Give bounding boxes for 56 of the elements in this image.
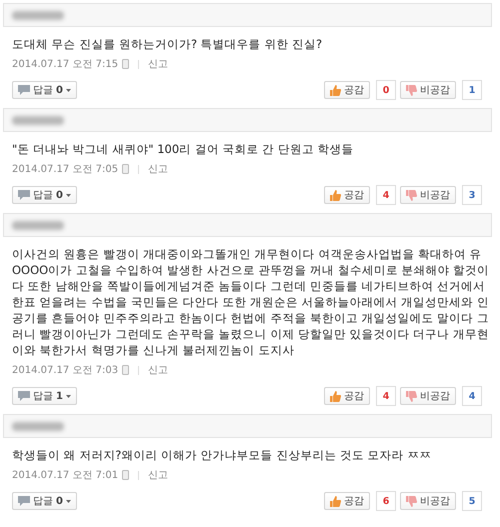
vote-count: 5 xyxy=(462,491,482,511)
like-button[interactable]: 공감 xyxy=(324,387,370,405)
vote-count: 4 xyxy=(376,185,396,205)
dislike-button[interactable]: 비공감 xyxy=(400,387,456,405)
redacted-name xyxy=(12,10,64,20)
vote-count: 6 xyxy=(376,491,396,511)
phone-icon xyxy=(122,59,130,69)
report-link[interactable]: 신고 xyxy=(148,162,168,176)
like-button[interactable]: 공감 xyxy=(324,492,370,510)
caret-icon xyxy=(66,500,71,502)
vote-count: 4 xyxy=(376,386,396,406)
dislike-button[interactable]: 비공감 xyxy=(400,81,456,99)
timestamp: 2014.07.17 오전 7:03 xyxy=(12,364,118,377)
timestamp: 2014.07.17 오전 7:01 xyxy=(12,469,118,482)
vote-count: 3 xyxy=(462,185,482,205)
thumbs-down-icon xyxy=(406,390,417,402)
report-link[interactable]: 신고 xyxy=(148,57,168,71)
thumbs-up-icon xyxy=(330,190,341,200)
report-link[interactable]: 신고 xyxy=(148,363,168,377)
comment-text: 도대체 무슨 진실를 원하는거이가? 특별대우를 위한 진실? xyxy=(12,36,324,52)
thumbs-down-icon xyxy=(406,190,417,200)
reply-button[interactable]: 답글 0 xyxy=(12,492,77,510)
like-button[interactable]: 공감 xyxy=(324,81,370,99)
dislike-button[interactable]: 비공감 xyxy=(400,492,456,510)
report-link[interactable]: 신고 xyxy=(148,468,168,482)
thumbs-up-icon xyxy=(330,496,341,506)
phone-icon xyxy=(122,365,130,375)
comment-text: 학생들이 왜 저러지?왜이리 이해가 안가냐부모들 진상부리는 것도 모자라 ㅉㅉ xyxy=(12,447,432,463)
vote-count: 0 xyxy=(376,80,396,100)
reply-button[interactable]: 답글 1 xyxy=(12,387,77,405)
caret-icon xyxy=(66,194,71,196)
thumbs-down-icon xyxy=(406,84,417,96)
dislike-button[interactable]: 비공감 xyxy=(400,186,456,204)
like-button[interactable]: 공감 xyxy=(324,186,370,204)
timestamp: 2014.07.17 오전 7:05 xyxy=(12,163,118,176)
comment-text: 이사건의 원흉은 빨갱이 개대중이와그똘개인 개무현이다 여객운송사업법을 확대하여 유OOOO이가 고철을 수입하여 발생한 사건으로 관뚜껑을 꺼내 철수세미로 분쇄해야 할것이다 또한 남해안을 쪽발이들에게넘겨준 놈들이다 그런데 민중들를 네가티브하여 선거에서 한표 얻을려는 수법을 국민들은 다안다 또한 개원순은 서울하늘아래에서 개일성만세와 인공기를 흔들어야 민주주의라고 한놈이다 헌법에 주적을 북한이고 개일성일에도 말이다 그러니 빨갱이아닌가 그런데도 손꾸락을 놀렸으니 이제 당할일만 있을것이다 더구나 개무현이와 북한가서 혁명가를 신나게 불러제낀놈이 도지사 xyxy=(12,246,490,358)
thumbs-up-icon xyxy=(330,84,341,96)
comment-text: "돈 더내놔 박그네 새퀴야" 100리 걸어 국회로 간 단원고 학생들 xyxy=(12,141,354,157)
phone-icon xyxy=(122,470,130,480)
reply-button[interactable]: 답글 0 xyxy=(12,186,77,204)
redacted-name xyxy=(12,116,64,124)
caret-icon xyxy=(66,394,71,398)
comment-icon xyxy=(18,496,30,506)
redacted-name xyxy=(12,422,64,430)
comment-icon xyxy=(18,85,30,95)
timestamp: 2014.07.17 오전 7:15 xyxy=(12,58,118,71)
vote-count: 4 xyxy=(462,386,482,406)
comment-icon xyxy=(18,391,30,401)
thumbs-down-icon xyxy=(406,496,417,506)
comment-icon xyxy=(18,190,30,200)
caret-icon xyxy=(66,88,71,92)
thumbs-up-icon xyxy=(330,390,341,402)
vote-count: 1 xyxy=(462,80,482,100)
phone-icon xyxy=(122,164,130,174)
reply-button[interactable]: 답글 0 xyxy=(12,81,77,99)
redacted-name xyxy=(12,220,64,230)
